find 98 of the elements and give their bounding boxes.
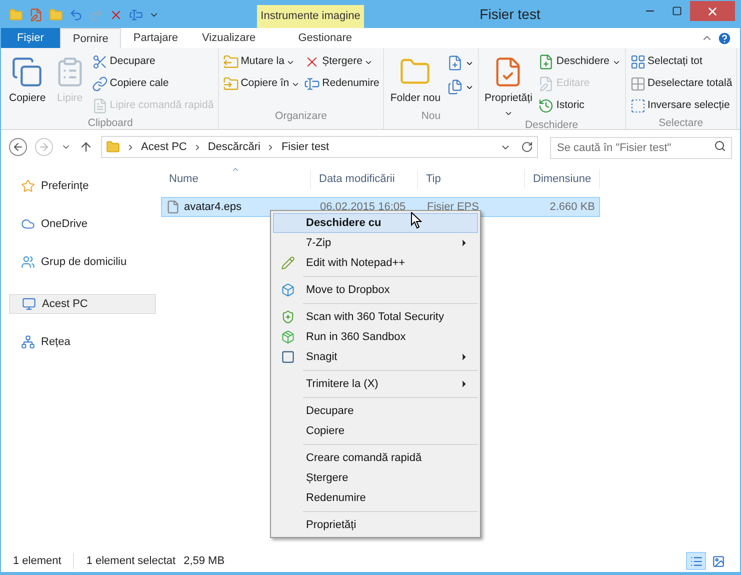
caret-icon <box>504 109 513 118</box>
menu-item[interactable]: Run in 360 Sandbox <box>273 327 478 347</box>
copy-icon <box>11 56 44 88</box>
ribbon-button[interactable]: Redenumire <box>304 74 380 94</box>
column-header[interactable]: Data modificării <box>311 169 418 189</box>
ribbon-button[interactable]: Folder nou <box>388 52 443 105</box>
status-text: 2,59 MB <box>184 554 225 569</box>
ribbon-button[interactable]: Mutare la <box>222 52 300 72</box>
easy-access-icon <box>446 79 463 95</box>
refresh-icon[interactable] <box>521 141 533 153</box>
menu-item[interactable]: Move to Dropbox <box>273 280 478 300</box>
ribbon-tab[interactable]: Fișier <box>1 28 60 48</box>
nav-item[interactable]: OneDrive <box>9 214 156 234</box>
ribbon-button[interactable]: Proprietăți <box>482 52 534 118</box>
menu-item[interactable]: Deschidere cu <box>273 213 478 233</box>
people-icon <box>21 255 35 269</box>
status-text: 1 element selectat <box>86 554 176 569</box>
history-icon <box>538 98 554 114</box>
menu-item[interactable]: Edit with Notepad++ <box>273 253 478 273</box>
cursor-icon <box>411 212 422 229</box>
star-icon <box>21 179 35 193</box>
help-icon[interactable] <box>717 31 732 46</box>
maximize-icon[interactable] <box>672 6 682 16</box>
ribbon-tab[interactable]: Pornire <box>60 28 122 48</box>
ribbon-button[interactable]: Ștergere <box>304 52 380 72</box>
new-item-icon <box>446 55 463 71</box>
back-icon[interactable] <box>9 138 27 156</box>
group-label: Clipboard <box>86 116 134 131</box>
nav-item[interactable]: Rețea <box>9 332 156 352</box>
folder-copy-icon <box>222 76 239 92</box>
group-label: Nou <box>420 109 442 124</box>
select-all-icon <box>630 54 646 70</box>
edit-icon <box>538 76 554 92</box>
ribbon-button[interactable]: Decupare <box>92 52 214 72</box>
search-icon <box>714 140 726 152</box>
column-header[interactable]: Nume <box>161 169 311 189</box>
shortcut-icon <box>92 98 108 114</box>
contextual-tab-group: Instrumente imagine <box>257 5 364 28</box>
table-cell-text: Fisier EPS <box>426 200 480 215</box>
table-cell-text: 2.660 KB <box>548 200 596 215</box>
menu-item[interactable]: Decupare <box>273 401 478 421</box>
nav-item[interactable]: Preferințe <box>9 176 156 196</box>
folder-arrow-icon <box>222 54 239 70</box>
open-icon <box>538 54 554 70</box>
image-icon <box>712 554 724 568</box>
group-label: Selectare <box>658 116 704 131</box>
menu-item[interactable]: Snagit <box>273 347 478 367</box>
column-header[interactable]: Dimensiune <box>525 169 600 189</box>
file-name: avatar4.eps <box>184 200 242 215</box>
folder-icon <box>9 8 23 22</box>
shield-icon <box>281 310 295 324</box>
close-icon <box>706 4 719 18</box>
menu-item[interactable]: Copiere <box>273 421 478 441</box>
column-header[interactable]: Tip <box>418 169 525 189</box>
menu-item[interactable]: Creare comandă rapidă <box>273 448 478 468</box>
network-icon <box>21 335 35 349</box>
ribbon-button[interactable]: Copiere <box>7 52 48 105</box>
up-icon[interactable] <box>79 140 93 154</box>
dropbox-icon <box>281 283 295 297</box>
scissors-icon <box>92 54 108 70</box>
list-icon <box>690 554 702 568</box>
cloud-icon <box>21 217 35 231</box>
ribbon-button[interactable]: Selectați tot <box>630 52 732 72</box>
rename-icon <box>304 76 320 92</box>
nav-item[interactable]: Acest PC <box>9 294 156 314</box>
status-text: 1 element <box>13 552 74 570</box>
ribbon-button[interactable]: Deselectare totală <box>630 74 732 94</box>
menu-item[interactable]: 7-Zip <box>273 233 478 253</box>
table-cell-text: 06.02.2015 16:05 <box>319 200 407 215</box>
select-none-icon <box>630 76 646 92</box>
folder-icon <box>106 140 120 154</box>
path-icon <box>92 76 108 92</box>
details-view-button[interactable] <box>686 552 706 570</box>
address-bar[interactable]: Acest PC Descărcări Fisier test <box>101 136 538 158</box>
ribbon-button[interactable]: Inversare selecție <box>630 96 732 116</box>
breadcrumb[interactable]: Fisier test <box>281 138 330 156</box>
invert-selection-icon <box>630 98 646 114</box>
menu-item[interactable]: Proprietăți <box>273 515 478 535</box>
computer-icon <box>22 297 36 311</box>
close-button[interactable] <box>690 1 735 21</box>
ribbon-button[interactable]: Copiere în <box>222 74 300 94</box>
breadcrumb[interactable]: Descărcări <box>208 138 260 156</box>
menu-item[interactable]: Ștergere <box>273 468 478 488</box>
file-icon <box>166 200 180 214</box>
nav-item[interactable]: Grup de domiciliu <box>9 252 156 272</box>
group-label: Organizare <box>274 109 328 124</box>
ribbon-button[interactable]: Istoric <box>538 96 621 116</box>
window-title: Fisier test <box>478 5 542 24</box>
ribbon-button[interactable]: Deschidere <box>538 52 621 72</box>
ribbon-button[interactable]: Copiere cale <box>92 74 214 94</box>
group-label: Deschidere <box>524 118 580 133</box>
menu-item[interactable]: Trimitere la (X) <box>273 374 478 394</box>
menu-item[interactable]: Redenumire <box>273 488 478 508</box>
notepad-icon <box>281 256 295 270</box>
search-field[interactable]: Se caută în "Fisier test" <box>550 137 732 159</box>
breadcrumb[interactable]: Acest PC <box>141 138 187 156</box>
menu-item[interactable]: Scan with 360 Total Security <box>273 307 478 327</box>
sandbox-icon <box>281 330 295 344</box>
